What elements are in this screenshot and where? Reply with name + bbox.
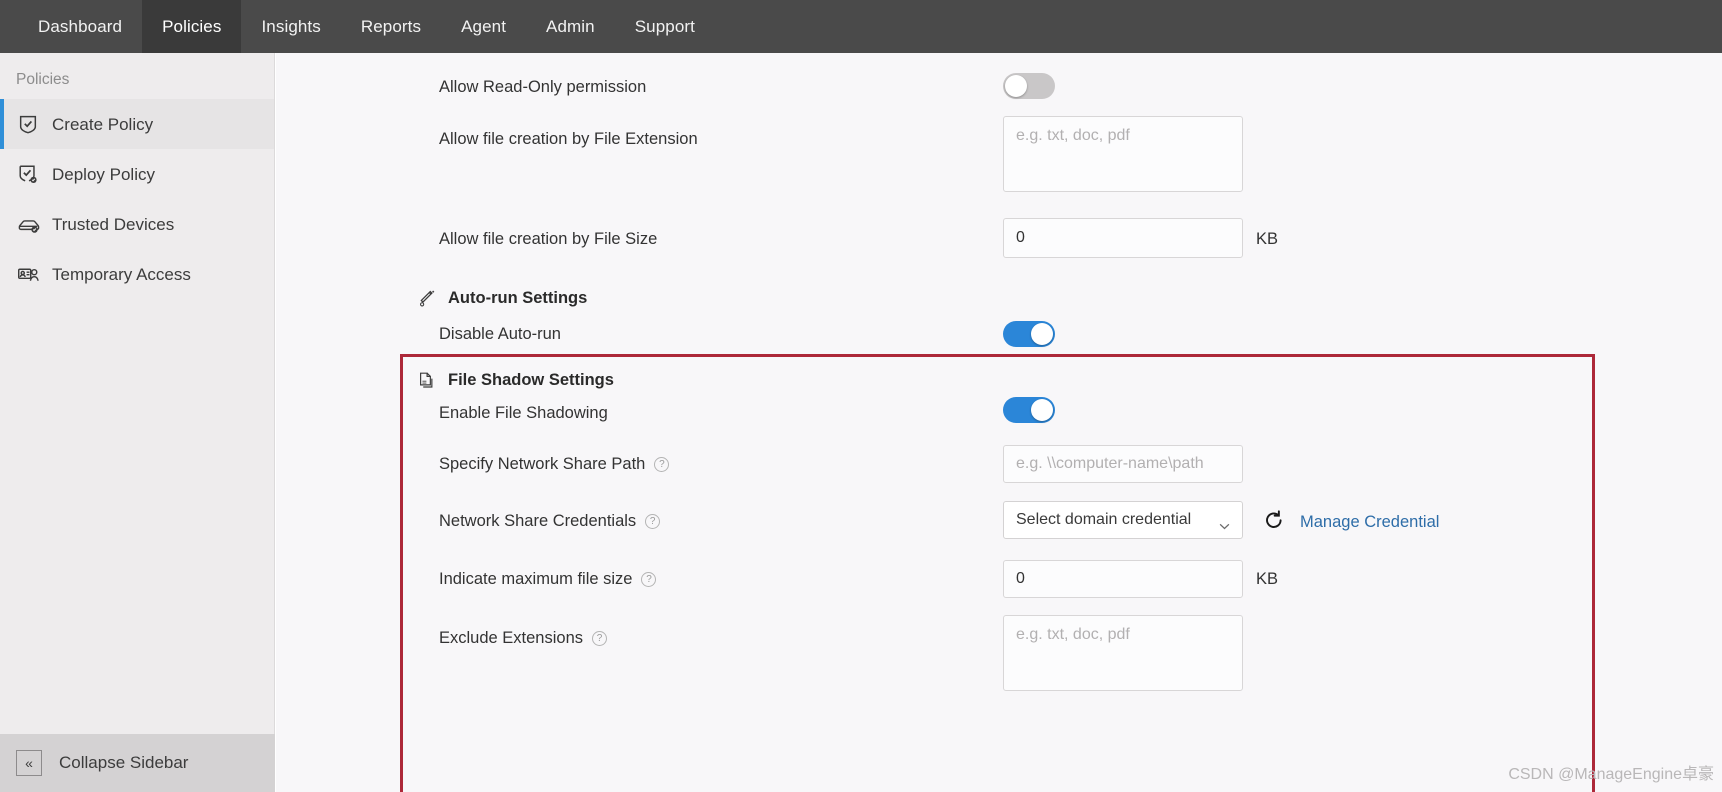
- nav-item-policies[interactable]: Policies: [142, 0, 242, 53]
- sidebar-item-deploy-policy[interactable]: Deploy Policy: [0, 149, 274, 199]
- sidebar-title: Policies: [16, 71, 70, 88]
- allow-extension-label: Allow file creation by File Extension: [439, 130, 698, 148]
- toggle-knob: [1005, 75, 1027, 97]
- nav-item-insights[interactable]: Insights: [241, 0, 340, 53]
- refresh-credentials-icon[interactable]: [1261, 507, 1287, 533]
- allow-extension-input[interactable]: [1003, 116, 1243, 192]
- top-navigation-bar: Dashboard Policies Insights Reports Agen…: [0, 0, 1722, 53]
- enable-file-shadowing-label: Enable File Shadowing: [439, 404, 608, 422]
- exclude-extensions-label: Exclude Extensions ?: [439, 629, 607, 648]
- allow-readonly-toggle[interactable]: [1003, 73, 1055, 99]
- allow-filesize-unit: KB: [1256, 230, 1279, 248]
- max-file-size-text: Indicate maximum file size: [439, 570, 633, 588]
- nav-item-agent[interactable]: Agent: [441, 0, 526, 53]
- sidebar-item-temporary-access[interactable]: Temporary Access: [0, 249, 274, 299]
- nav-item-admin[interactable]: Admin: [526, 0, 615, 53]
- network-share-path-input[interactable]: [1003, 445, 1243, 483]
- max-file-size-label: Indicate maximum file size ?: [439, 570, 657, 589]
- enable-file-shadowing-toggle[interactable]: [1003, 397, 1055, 423]
- sidebar-item-create-policy[interactable]: Create Policy: [0, 99, 274, 149]
- watermark: CSDN @ManageEngine卓豪: [1508, 766, 1714, 783]
- help-icon[interactable]: ?: [641, 572, 657, 587]
- max-file-size-input[interactable]: [1003, 560, 1243, 598]
- file-copy-icon: [416, 369, 438, 391]
- allow-filesize-label: Allow file creation by File Size: [439, 230, 658, 248]
- disable-autorun-label: Disable Auto-run: [439, 325, 561, 343]
- nav-item-dashboard[interactable]: Dashboard: [18, 0, 142, 53]
- network-share-path-label: Specify Network Share Path ?: [439, 455, 670, 474]
- chevron-down-icon: [1219, 517, 1230, 529]
- autorun-settings-title: Auto-run Settings: [448, 288, 588, 307]
- toggle-knob: [1031, 323, 1053, 345]
- nav-item-reports[interactable]: Reports: [341, 0, 441, 53]
- sidebar-item-label: Trusted Devices: [52, 214, 175, 234]
- file-shadow-settings-title: File Shadow Settings: [448, 370, 614, 389]
- policy-settings-panel: Allow Read-Only permission Allow file cr…: [276, 53, 1722, 792]
- toggle-knob: [1031, 399, 1053, 421]
- deploy-policy-icon: [16, 162, 40, 186]
- sidebar: Policies Create Policy Deploy Policy Tru…: [0, 53, 275, 792]
- manage-credential-link[interactable]: Manage Credential: [1300, 513, 1439, 532]
- network-share-credentials-text: Network Share Credentials: [439, 512, 637, 530]
- file-shadow-settings-header: File Shadow Settings: [416, 369, 614, 391]
- autorun-settings-header: Auto-run Settings: [416, 287, 587, 309]
- network-share-path-text: Specify Network Share Path: [439, 455, 646, 473]
- sidebar-item-label: Create Policy: [52, 114, 154, 134]
- domain-credential-selected-value: Select domain credential: [1016, 511, 1192, 528]
- exclude-extensions-text: Exclude Extensions: [439, 629, 583, 647]
- network-share-credentials-label: Network Share Credentials ?: [439, 512, 661, 531]
- sidebar-item-label: Temporary Access: [52, 264, 191, 284]
- sidebar-item-label: Deploy Policy: [52, 164, 155, 184]
- help-icon[interactable]: ?: [645, 514, 661, 529]
- collapse-sidebar-icon[interactable]: «: [16, 750, 42, 776]
- disable-autorun-toggle[interactable]: [1003, 321, 1055, 347]
- max-file-size-unit: KB: [1256, 570, 1279, 588]
- application-root: Dashboard Policies Insights Reports Agen…: [0, 0, 1722, 792]
- sidebar-item-trusted-devices[interactable]: Trusted Devices: [0, 199, 274, 249]
- help-icon[interactable]: ?: [654, 457, 670, 472]
- collapse-sidebar-label: Collapse Sidebar: [59, 753, 189, 772]
- exclude-extensions-input[interactable]: [1003, 615, 1243, 691]
- shield-check-icon: [16, 112, 40, 136]
- help-icon[interactable]: ?: [592, 631, 607, 646]
- magic-wand-icon: [416, 287, 438, 309]
- device-check-icon: [16, 212, 40, 236]
- nav-item-support[interactable]: Support: [615, 0, 715, 53]
- allow-filesize-input[interactable]: [1003, 218, 1243, 258]
- collapse-sidebar-bar[interactable]: « Collapse Sidebar: [0, 734, 275, 792]
- temporary-access-icon: [16, 262, 40, 286]
- domain-credential-select[interactable]: Select domain credential: [1003, 501, 1243, 539]
- allow-readonly-label: Allow Read-Only permission: [439, 78, 647, 96]
